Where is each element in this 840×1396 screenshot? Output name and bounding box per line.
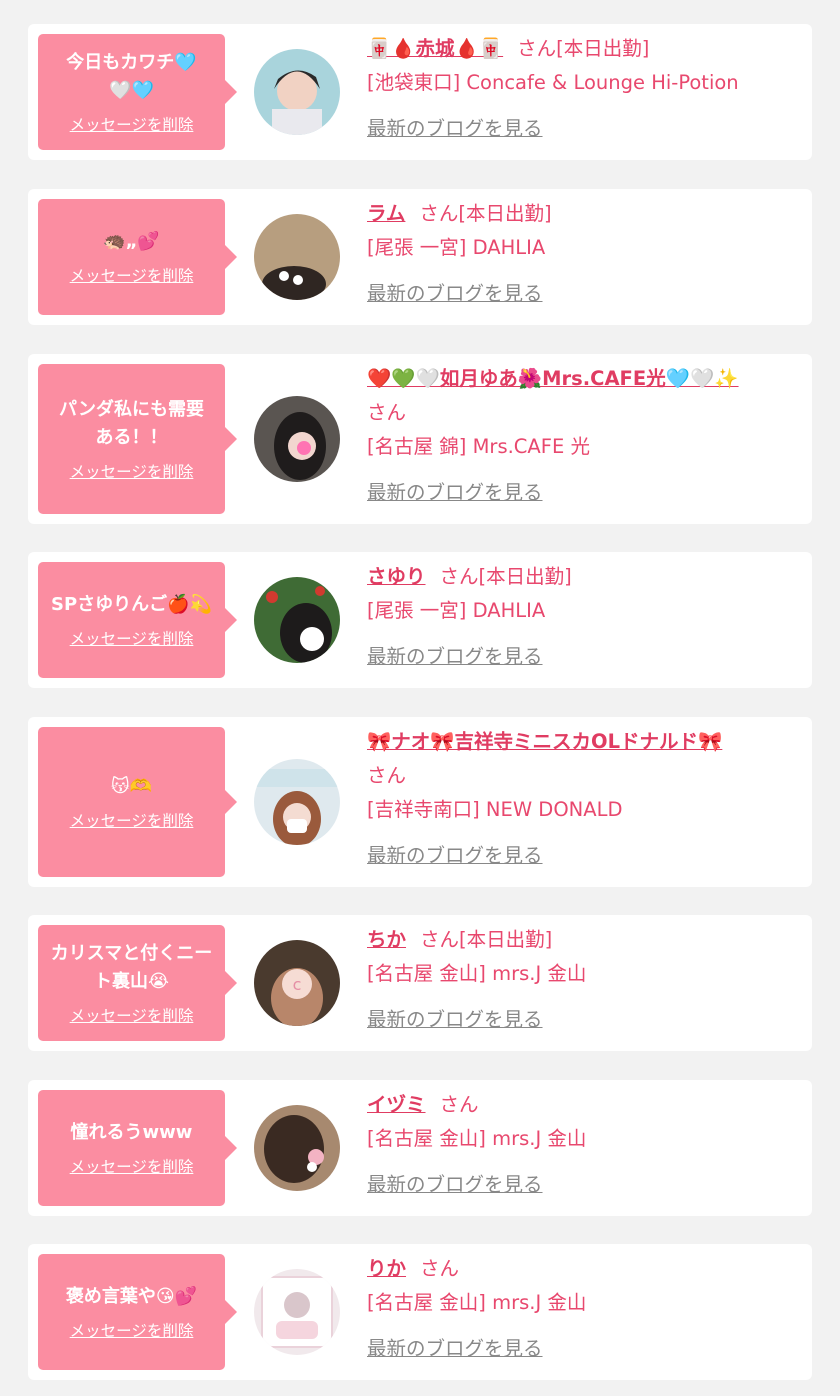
svg-text:c: c: [293, 975, 302, 994]
message-bubble: 憧れるうwww メッセージを削除: [38, 1090, 237, 1206]
avatar[interactable]: [254, 214, 340, 300]
shop-name: [吉祥寺南口] NEW DONALD: [367, 798, 623, 821]
honorific: さん[本日出勤]: [517, 37, 650, 60]
profile-info: 🀄🩸赤城🩸🀄 さん[本日出勤] [池袋東口] Concafe & Lounge H…: [367, 32, 792, 146]
avatar[interactable]: [254, 577, 340, 663]
message-text: 😽🫶: [110, 776, 153, 797]
latest-blog-link[interactable]: 最新のブログを見る: [367, 112, 792, 146]
message-bubble: 今日もカワチ🩵🤍🩵 メッセージを削除: [38, 34, 237, 150]
message-card: 憧れるうwww メッセージを削除 イヅミ さん [名古屋 金山] mrs.J 金山…: [28, 1080, 812, 1216]
latest-blog-link[interactable]: 最新のブログを見る: [367, 277, 792, 311]
message-text: SPさゆりんご🍎💫: [51, 594, 212, 615]
message-bubble: パンダ私にも需要ある！！ メッセージを削除: [38, 364, 237, 514]
delete-message-link[interactable]: メッセージを削除: [70, 1004, 194, 1026]
message-card: 今日もカワチ🩵🤍🩵 メッセージを削除 🀄🩸赤城🩸🀄 さん[本日出勤] [池袋東口]…: [28, 24, 812, 160]
honorific: さん[本日出勤]: [420, 928, 553, 951]
message-bubble: カリスマと付くニート裏山😭 メッセージを削除: [38, 925, 237, 1041]
message-text: 🦔„💕: [103, 231, 160, 252]
delete-message-link[interactable]: メッセージを削除: [70, 809, 194, 831]
honorific: さん[本日出勤]: [419, 202, 552, 225]
profile-info: ラム さん[本日出勤] [尾張 一宮] DAHLIA 最新のブログを見る: [367, 197, 792, 311]
shop-name: [尾張 一宮] DAHLIA: [367, 599, 546, 622]
profile-info: りか さん [名古屋 金山] mrs.J 金山 最新のブログを見る: [367, 1252, 792, 1366]
message-card: 褒め言葉や😘💕 メッセージを削除 りか さん [名古屋 金山] mrs.J 金山 …: [28, 1244, 812, 1380]
profile-info: イヅミ さん [名古屋 金山] mrs.J 金山 最新のブログを見る: [367, 1088, 792, 1202]
girl-name-link[interactable]: ちか: [367, 928, 406, 951]
girl-name-link[interactable]: りか: [367, 1257, 406, 1280]
profile-info: 🎀ナオ🎀吉祥寺ミニスカOLドナルド🎀 さん [吉祥寺南口] NEW DONALD …: [367, 725, 792, 873]
message-text: カリスマと付くニート裏山😭: [50, 943, 213, 992]
message-card: SPさゆりんご🍎💫 メッセージを削除 さゆり さん[本日出勤] [尾張 一宮] D…: [28, 552, 812, 688]
message-card: カリスマと付くニート裏山😭 メッセージを削除 c ちか さん[本日出勤] [名古屋…: [28, 915, 812, 1051]
message-bubble: 褒め言葉や😘💕 メッセージを削除: [38, 1254, 237, 1370]
profile-info: ちか さん[本日出勤] [名古屋 金山] mrs.J 金山 最新のブログを見る: [367, 923, 792, 1037]
girl-name-link[interactable]: ラム: [367, 202, 405, 225]
message-card: パンダ私にも需要ある！！ メッセージを削除 ❤️💚🤍如月ゆあ🌺Mrs.CAFE光…: [28, 354, 812, 524]
avatar[interactable]: [254, 1105, 340, 1191]
latest-blog-link[interactable]: 最新のブログを見る: [367, 1332, 792, 1366]
message-text: パンダ私にも需要ある！！: [59, 399, 204, 448]
avatar[interactable]: [254, 396, 340, 482]
girl-name-link[interactable]: 🎀ナオ🎀吉祥寺ミニスカOLドナルド🎀: [367, 730, 722, 753]
message-bubble: 🦔„💕 メッセージを削除: [38, 199, 237, 315]
latest-blog-link[interactable]: 最新のブログを見る: [367, 1168, 792, 1202]
delete-message-link[interactable]: メッセージを削除: [70, 113, 194, 135]
message-bubble: SPさゆりんご🍎💫 メッセージを削除: [38, 562, 237, 678]
message-bubble: 😽🫶 メッセージを削除: [38, 727, 237, 877]
message-text: 今日もカワチ🩵🤍🩵: [66, 52, 197, 101]
avatar[interactable]: [254, 1269, 340, 1355]
profile-info: ❤️💚🤍如月ゆあ🌺Mrs.CAFE光🩵🤍✨ さん [名古屋 錦] Mrs.CAFE…: [367, 362, 792, 510]
shop-name: [名古屋 金山] mrs.J 金山: [367, 1127, 587, 1150]
honorific: さん: [420, 1257, 460, 1280]
avatar[interactable]: [254, 49, 340, 135]
honorific: さん: [439, 1093, 479, 1116]
latest-blog-link[interactable]: 最新のブログを見る: [367, 1003, 792, 1037]
girl-name-link[interactable]: 🀄🩸赤城🩸🀄: [367, 37, 503, 60]
shop-name: [池袋東口] Concafe & Lounge Hi-Potion: [367, 71, 739, 94]
delete-message-link[interactable]: メッセージを削除: [70, 460, 194, 482]
profile-info: さゆり さん[本日出勤] [尾張 一宮] DAHLIA 最新のブログを見る: [367, 560, 792, 674]
delete-message-link[interactable]: メッセージを削除: [70, 264, 194, 286]
girl-name-link[interactable]: ❤️💚🤍如月ゆあ🌺Mrs.CAFE光🩵🤍✨: [367, 367, 739, 390]
avatar[interactable]: [254, 759, 340, 845]
girl-name-link[interactable]: さゆり: [367, 565, 426, 588]
avatar[interactable]: c: [254, 940, 340, 1026]
delete-message-link[interactable]: メッセージを削除: [70, 1155, 194, 1177]
latest-blog-link[interactable]: 最新のブログを見る: [367, 839, 792, 873]
latest-blog-link[interactable]: 最新のブログを見る: [367, 640, 792, 674]
message-card: 😽🫶 メッセージを削除 🎀ナオ🎀吉祥寺ミニスカOLドナルド🎀 さん [吉祥寺南口]…: [28, 717, 812, 887]
latest-blog-link[interactable]: 最新のブログを見る: [367, 476, 792, 510]
shop-name: [尾張 一宮] DAHLIA: [367, 236, 546, 259]
message-card: 🦔„💕 メッセージを削除 ラム さん[本日出勤] [尾張 一宮] DAHLIA 最…: [28, 189, 812, 325]
honorific: さん: [367, 764, 407, 787]
message-text: 褒め言葉や😘💕: [65, 1286, 198, 1307]
shop-name: [名古屋 錦] Mrs.CAFE 光: [367, 435, 591, 458]
delete-message-link[interactable]: メッセージを削除: [70, 1319, 194, 1341]
shop-name: [名古屋 金山] mrs.J 金山: [367, 1291, 587, 1314]
girl-name-link[interactable]: イヅミ: [367, 1093, 426, 1116]
honorific: さん[本日出勤]: [439, 565, 572, 588]
delete-message-link[interactable]: メッセージを削除: [70, 627, 194, 649]
honorific: さん: [367, 401, 407, 424]
shop-name: [名古屋 金山] mrs.J 金山: [367, 962, 587, 985]
message-text: 憧れるうwww: [70, 1122, 193, 1143]
